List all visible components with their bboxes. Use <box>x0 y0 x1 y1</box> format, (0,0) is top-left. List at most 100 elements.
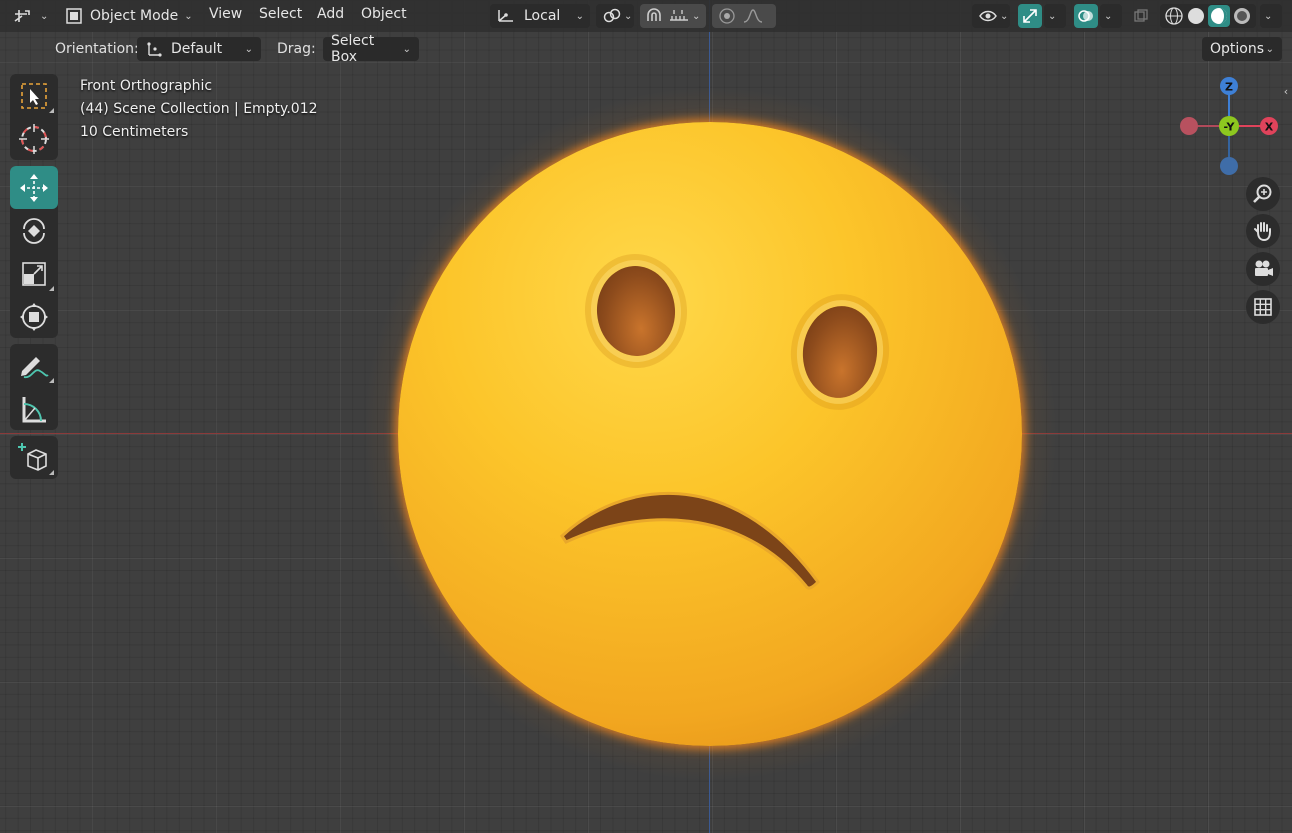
gizmo-toggle-button[interactable] <box>1018 4 1042 28</box>
menu-select[interactable]: Select <box>259 6 302 22</box>
grid-scale-line: 10 Centimeters <box>80 124 189 140</box>
object-mode-icon <box>64 7 84 25</box>
solid-shading-icon[interactable] <box>1186 6 1206 26</box>
gizmo-arrow-icon <box>1021 7 1039 25</box>
overlays-dropdown[interactable]: ⌄ <box>1100 4 1122 28</box>
move-tool[interactable] <box>10 166 58 209</box>
view-name: Front Orthographic <box>80 78 213 94</box>
toolbar-group-add <box>10 436 58 479</box>
annotate-pencil-icon <box>18 351 50 381</box>
falloff-curve-icon <box>742 7 764 25</box>
pivot-point-dropdown[interactable]: ⌄ <box>596 4 634 28</box>
snap-increment-icon <box>668 8 690 24</box>
shading-dropdown[interactable]: ⌄ <box>1260 4 1282 28</box>
sidebar-toggle-chevron-icon[interactable]: ‹ <box>1280 82 1292 100</box>
overlays-toggle-button[interactable] <box>1074 4 1098 28</box>
orientation-label: Local <box>524 8 561 24</box>
link-icon <box>602 8 622 24</box>
emoji-frown-mouth <box>560 491 820 590</box>
chevron-down-icon: ⌄ <box>575 10 584 22</box>
toolbar-group-select <box>10 74 58 160</box>
menu-view[interactable]: View <box>209 6 242 22</box>
gizmo-y-label: -Y <box>1224 121 1236 134</box>
xray-icon <box>1133 8 1149 24</box>
chevron-down-icon: ⌄ <box>40 10 49 22</box>
move-arrows-icon <box>19 173 49 203</box>
chevron-down-icon: ⌄ <box>1264 10 1273 22</box>
collection-line: (44) Scene Collection | Empty.012 <box>80 101 318 117</box>
eye-visibility-icon <box>978 8 998 24</box>
orientation-axes-icon <box>496 8 516 24</box>
navigation-gizmo[interactable]: Z X -Y <box>1170 70 1290 182</box>
transform-orientation-dropdown[interactable]: Local ⌄ <box>490 4 590 28</box>
orientation-label: Orientation: <box>55 41 139 57</box>
camera-view-button[interactable] <box>1246 252 1280 286</box>
rotate-icon <box>19 216 49 246</box>
grid-icon <box>1252 296 1274 318</box>
chevron-down-icon: ⌄ <box>1104 10 1113 22</box>
drag-label: Drag: <box>277 41 316 57</box>
drag-value: Select Box <box>331 33 375 65</box>
cursor-tool[interactable] <box>10 117 58 160</box>
toolbar-group-transform <box>10 166 58 338</box>
menu-add[interactable]: Add <box>317 6 344 22</box>
annotate-tool[interactable] <box>10 344 58 387</box>
scale-icon <box>20 260 48 288</box>
overlays-icon <box>1077 7 1095 25</box>
chevron-down-icon: ⌄ <box>184 10 193 22</box>
toolbar-group-annotate <box>10 344 58 430</box>
scale-tool[interactable] <box>10 252 58 295</box>
options-label: Options <box>1210 41 1265 57</box>
mode-dropdown[interactable]: Object Mode ⌄ <box>60 4 197 28</box>
chevron-down-icon: ⌄ <box>1048 10 1057 22</box>
viewport-info-overlay: Front Orthographic (44) Scene Collection… <box>80 75 318 144</box>
gizmo-z-label: Z <box>1225 81 1233 94</box>
frowning-emoji-object[interactable] <box>398 122 1022 746</box>
shading-mode-buttons <box>1160 4 1256 28</box>
3d-cursor-icon <box>18 123 50 155</box>
editor-type-dropdown[interactable]: ⌄ <box>12 4 48 28</box>
pan-button[interactable] <box>1246 214 1280 248</box>
measure-tool[interactable] <box>10 387 58 430</box>
gizmo-x-label: X <box>1265 121 1274 134</box>
gizmo-neg-z-handle[interactable] <box>1220 157 1238 175</box>
viewport-editor-icon <box>12 7 34 25</box>
ortho-toggle-button[interactable] <box>1246 290 1280 324</box>
rendered-shading-icon[interactable] <box>1232 6 1252 26</box>
add-cube-icon <box>18 442 50 474</box>
options-dropdown[interactable]: Options ⌄ <box>1202 37 1282 61</box>
rotate-tool[interactable] <box>10 209 58 252</box>
zoom-icon <box>1252 183 1274 205</box>
transform-tool[interactable] <box>10 295 58 338</box>
transform-icon <box>19 302 49 332</box>
viewport-header: ⌄ Object Mode ⌄ View Select Add Object L… <box>0 0 1292 32</box>
orientation-value: Default <box>171 41 223 57</box>
proportional-edit-icon <box>718 7 736 25</box>
camera-icon <box>1252 258 1274 280</box>
chevron-down-icon: ⌄ <box>1265 43 1274 55</box>
add-cube-tool[interactable] <box>10 436 58 479</box>
orientation-gizmo-icon <box>145 41 163 57</box>
mode-label: Object Mode <box>90 8 179 24</box>
menu-object[interactable]: Object <box>361 6 407 22</box>
magnet-icon <box>644 7 664 25</box>
material-preview-shading-icon[interactable] <box>1208 5 1230 27</box>
gizmo-neg-x-handle[interactable] <box>1180 117 1198 135</box>
tool-settings-bar: Orientation: Default ⌄ Drag: Select Box … <box>0 33 1292 65</box>
chevron-down-icon: ⌄ <box>244 43 253 55</box>
select-box-icon <box>19 81 49 111</box>
gizmo-dropdown[interactable]: ⌄ <box>1044 4 1066 28</box>
chevron-down-icon: ⌄ <box>692 10 701 22</box>
select-box-tool[interactable] <box>10 74 58 117</box>
proportional-editing-controls[interactable] <box>712 4 776 28</box>
hand-pan-icon <box>1252 220 1274 242</box>
zoom-button[interactable] <box>1246 177 1280 211</box>
chevron-down-icon: ⌄ <box>1000 10 1009 22</box>
snapping-controls[interactable]: ⌄ <box>640 4 706 28</box>
visibility-dropdown[interactable]: ⌄ <box>972 4 1010 28</box>
drag-dropdown[interactable]: Select Box ⌄ <box>323 33 419 65</box>
orientation-dropdown[interactable]: Default ⌄ <box>137 37 261 61</box>
chevron-down-icon: ⌄ <box>402 43 411 55</box>
xray-toggle-button[interactable] <box>1130 4 1152 28</box>
wireframe-shading-icon[interactable] <box>1164 6 1184 26</box>
